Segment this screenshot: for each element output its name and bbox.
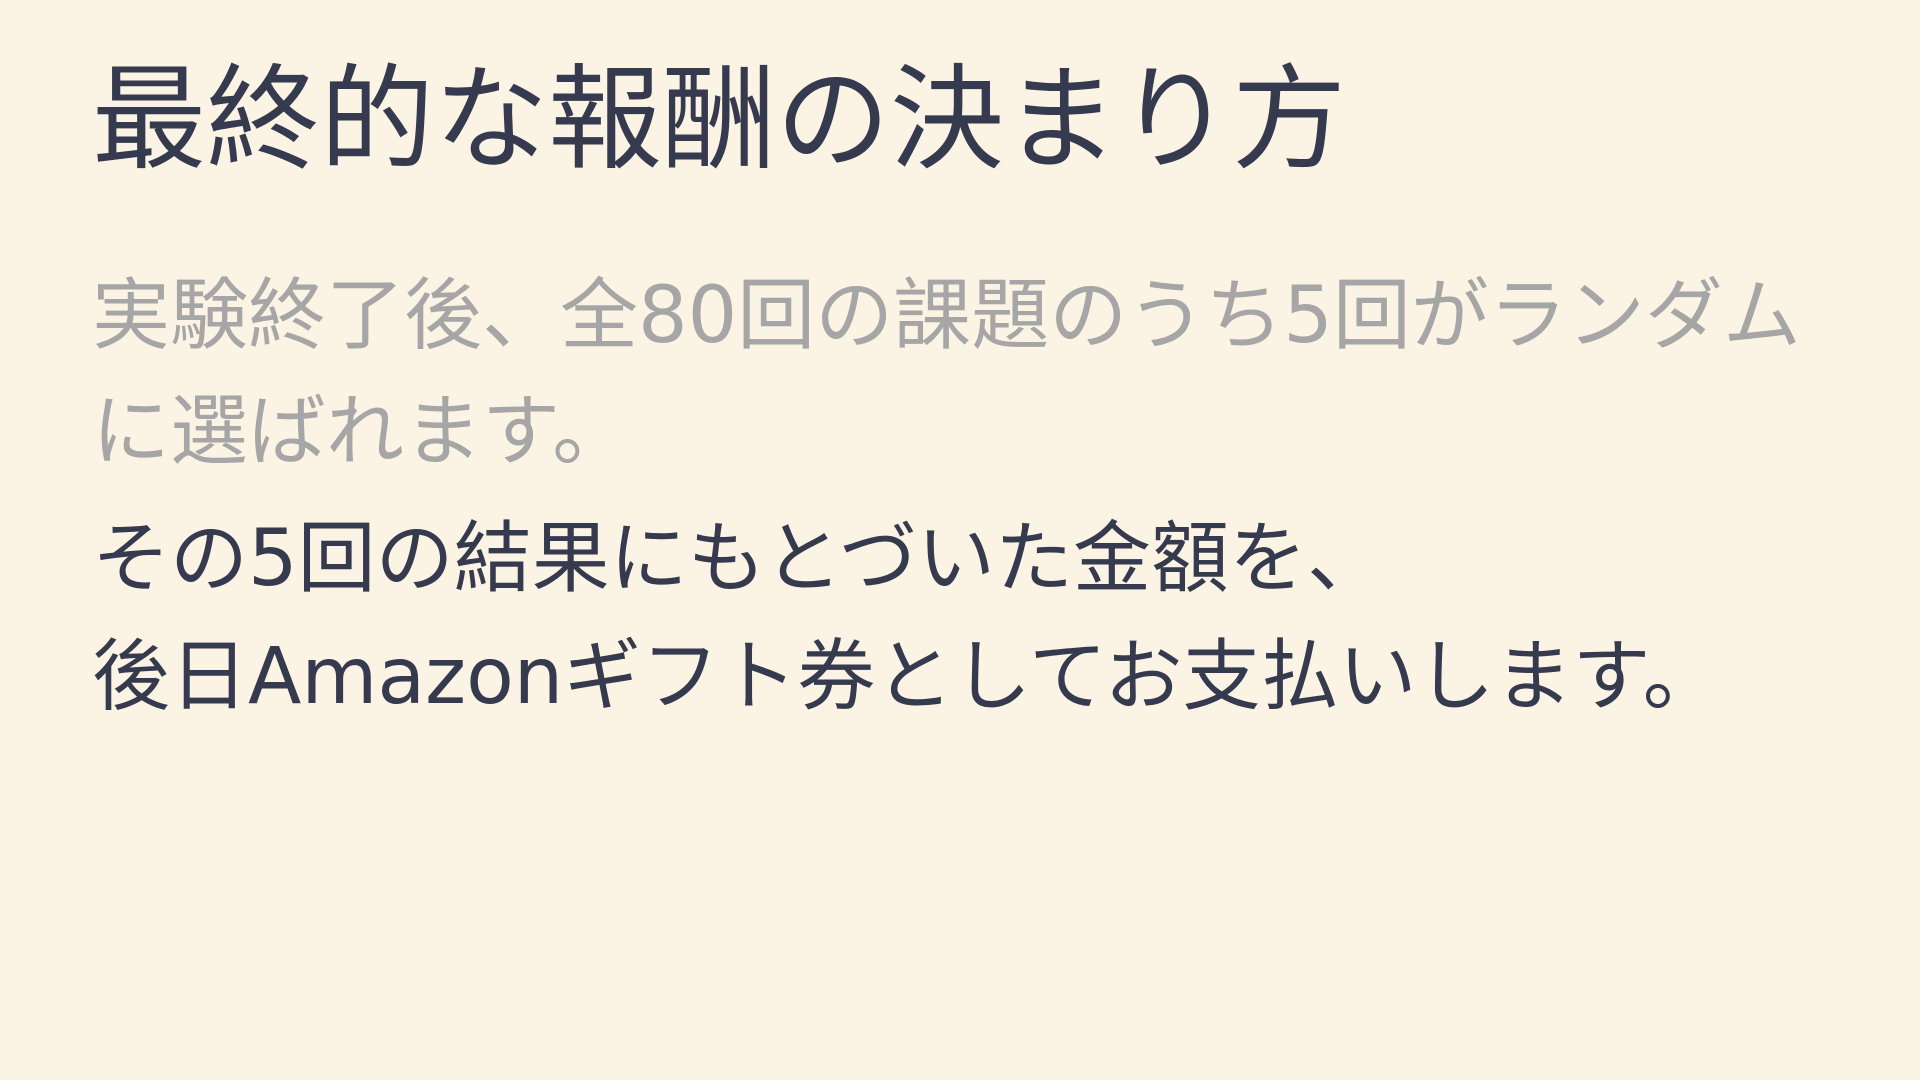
selection-note-line-1: 実験終了後、全80回の課題のうち5回がランダム <box>92 271 1801 361</box>
selection-note-line-2: に選ばれます。 <box>92 387 631 477</box>
slide: 最終的な報酬の決まり方 実験終了後、全80回の課題のうち5回がランダム に選ばれ… <box>0 0 1920 1080</box>
selection-note: 実験終了後、全80回の課題のうち5回がランダム に選ばれます。 <box>92 258 1852 490</box>
payment-description-line-1: その5回の結果にもとづいた金額を、 <box>92 514 1385 604</box>
payment-description-line-2: 後日Amazonギフト券としてお支払いします。 <box>92 632 1721 722</box>
payment-description: その5回の結果にもとづいた金額を、 後日Amazonギフト券としてお支払いします… <box>92 500 1920 736</box>
page-title: 最終的な報酬の決まり方 <box>92 53 1347 186</box>
